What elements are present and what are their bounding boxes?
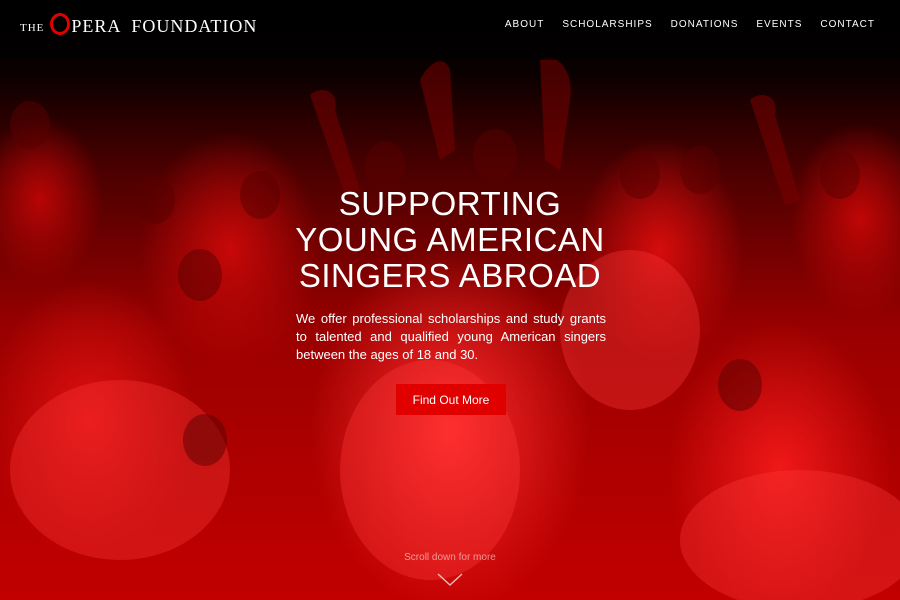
main-nav: ABOUT SCHOLARSHIPS DONATIONS EVENTS CONT… — [505, 19, 875, 30]
logo-the: THE — [20, 22, 45, 34]
headline-line-1: SUPPORTING — [338, 185, 562, 222]
headline-line-3: SINGERS ABROAD — [298, 257, 602, 294]
logo-pera: PERA — [71, 16, 122, 36]
nav-donations[interactable]: DONATIONS — [671, 19, 739, 30]
hero-background-image — [0, 0, 900, 600]
scroll-hint-text: Scroll down for more — [404, 552, 496, 563]
site-logo[interactable]: THE PERA FOUNDATION — [20, 10, 257, 40]
opera-o-icon — [50, 13, 71, 35]
nav-about[interactable]: ABOUT — [505, 19, 544, 30]
performers-silhouettes — [0, 0, 900, 600]
nav-contact[interactable]: CONTACT — [820, 19, 875, 30]
find-out-more-button[interactable]: Find Out More — [396, 384, 506, 415]
hero-headline: SUPPORTING YOUNG AMERICAN SINGERS ABROAD — [0, 186, 900, 294]
chevron-down-icon[interactable] — [437, 573, 463, 587]
site-header: THE PERA FOUNDATION ABOUT SCHOLARSHIPS D… — [0, 0, 900, 50]
nav-scholarships[interactable]: SCHOLARSHIPS — [562, 19, 652, 30]
nav-events[interactable]: EVENTS — [756, 19, 802, 30]
hero-intro-text: We offer professional scholarships and s… — [296, 311, 606, 362]
logo-foundation: FOUNDATION — [131, 16, 258, 36]
headline-line-2: YOUNG AMERICAN — [295, 221, 605, 258]
